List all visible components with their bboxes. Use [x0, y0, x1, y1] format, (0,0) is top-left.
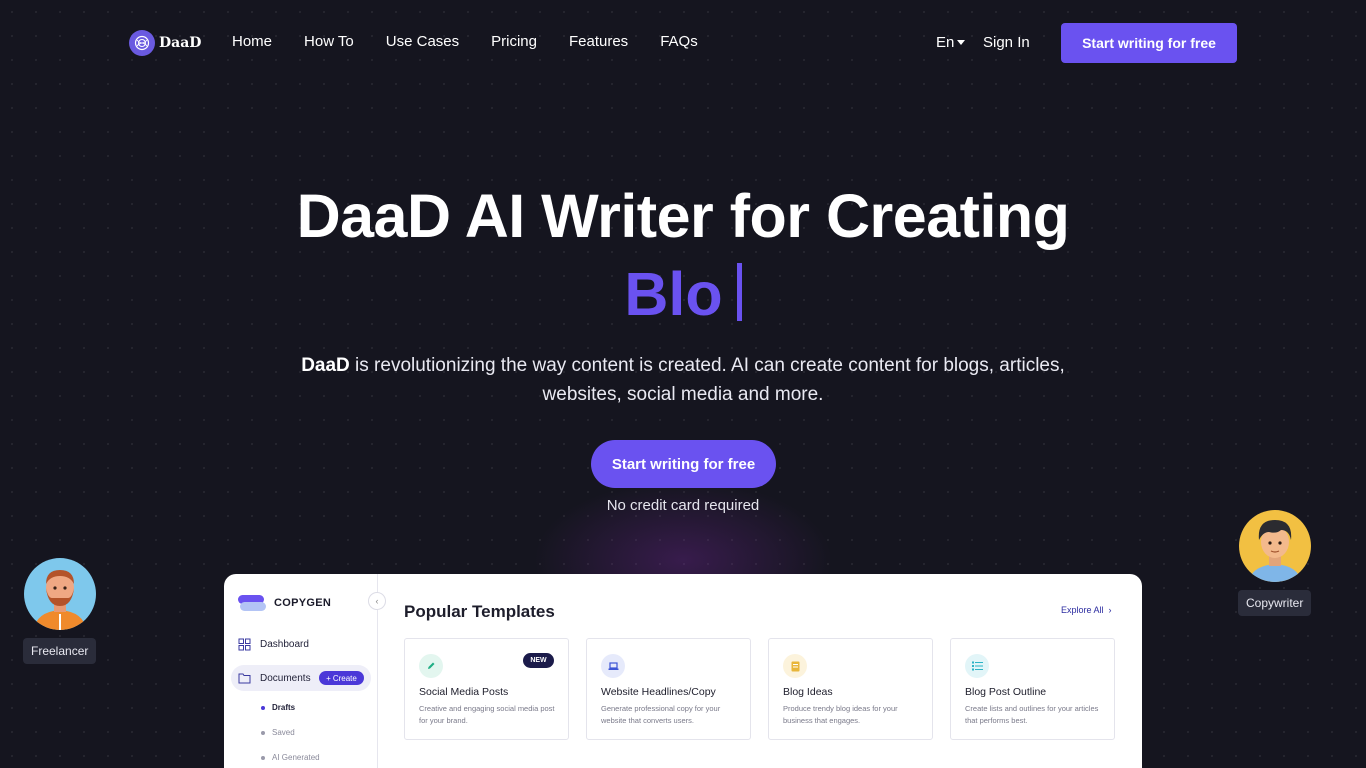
hero-subtitle: DaaD is revolutionizing the way content … — [283, 351, 1083, 409]
nav-link-how-to[interactable]: How To — [304, 33, 354, 50]
top-nav: DaaD Home How To Use Cases Pricing Featu… — [0, 0, 1366, 86]
app-preview: COPYGEN Dashboard Documents + Create Dra… — [224, 574, 1142, 768]
copywriter-avatar — [1238, 510, 1311, 582]
chevron-left-icon: ‹ — [375, 596, 379, 606]
app-sidebar: COPYGEN Dashboard Documents + Create Dra… — [224, 574, 378, 768]
list-icon — [965, 654, 989, 678]
sidebar-documents-label: Documents — [260, 672, 311, 684]
sidebar-subitem-saved[interactable]: Saved — [261, 728, 295, 737]
hero-title: DaaD AI Writer for Creating — [296, 182, 1070, 250]
no-credit-card-note: No credit card required — [606, 497, 760, 514]
chevron-right-icon: › — [1108, 605, 1112, 615]
sign-in-link[interactable]: Sign In — [983, 34, 1030, 51]
copywriter-label: Copywriter — [1238, 590, 1312, 616]
sidebar-item-dashboard[interactable]: Dashboard — [238, 638, 309, 651]
template-card-blog-outline[interactable]: Blog Post Outline Create lists and outli… — [950, 638, 1115, 740]
template-cards: NEW Social Media Posts Creative and enga… — [404, 638, 1115, 740]
dashboard-icon — [238, 638, 251, 651]
popular-templates-title: Popular Templates — [404, 602, 555, 621]
typed-word: Blo — [624, 260, 723, 328]
chevron-down-icon — [957, 40, 966, 45]
sidebar-collapse-button[interactable]: ‹ — [368, 592, 386, 610]
document-icon — [783, 654, 807, 678]
freelancer-label: Freelancer — [23, 638, 97, 664]
template-card-social-media[interactable]: NEW Social Media Posts Creative and enga… — [404, 638, 569, 740]
plus-icon: + — [326, 673, 331, 683]
template-card-website-headlines[interactable]: Website Headlines/Copy Generate professi… — [586, 638, 751, 740]
nav-link-use-cases[interactable]: Use Cases — [386, 33, 459, 50]
logo-icon — [129, 30, 155, 56]
logo[interactable]: DaaD — [129, 30, 201, 56]
nav-link-features[interactable]: Features — [569, 33, 628, 50]
card-description: Create lists and outlines for your artic… — [965, 704, 1099, 725]
hero-subtitle-text-1: is revolutionizing the way content is cr… — [349, 355, 1065, 376]
hero-subtitle-text-2: websites, social media and more. — [542, 384, 824, 405]
create-document-button[interactable]: + Create — [319, 671, 364, 685]
card-description: Creative and engaging social media post … — [419, 704, 555, 725]
freelancer-badge: Freelancer — [23, 558, 97, 664]
copygen-logo-icon — [238, 594, 266, 612]
bullet-icon — [261, 755, 265, 760]
explore-all-label: Explore All — [1061, 605, 1104, 615]
hero-typed-text: Blo — [0, 256, 1366, 332]
nav-link-home[interactable]: Home — [232, 33, 272, 50]
language-label: En — [936, 34, 955, 51]
card-title: Blog Ideas — [783, 686, 833, 698]
bullet-icon — [261, 730, 265, 735]
drafts-label: Drafts — [272, 703, 296, 712]
laptop-icon — [601, 654, 625, 678]
copywriter-badge: Copywriter — [1238, 510, 1312, 616]
logo-text: DaaD — [159, 35, 202, 51]
ai-generated-label: AI Generated — [272, 753, 320, 762]
nav-start-writing-button[interactable]: Start writing for free — [1061, 23, 1237, 63]
new-badge: NEW — [523, 653, 554, 668]
card-title: Blog Post Outline — [965, 686, 1047, 698]
create-label: Create — [332, 673, 357, 683]
template-card-blog-ideas[interactable]: Blog Ideas Produce trendy blog ideas for… — [768, 638, 933, 740]
app-brand-name: COPYGEN — [274, 597, 332, 609]
sidebar-subitem-ai-generated[interactable]: AI Generated — [261, 753, 320, 762]
card-title: Social Media Posts — [419, 686, 509, 698]
hero-subtitle-brand: DaaD — [301, 355, 350, 376]
nav-link-faqs[interactable]: FAQs — [660, 33, 698, 50]
typing-cursor — [736, 263, 742, 321]
language-selector[interactable]: En — [936, 34, 966, 51]
pencil-icon — [419, 654, 443, 678]
sidebar-subitem-drafts[interactable]: Drafts — [261, 703, 295, 712]
folder-icon — [238, 673, 251, 684]
sidebar-dashboard-label: Dashboard — [260, 639, 309, 650]
card-title: Website Headlines/Copy — [601, 686, 716, 698]
freelancer-avatar — [23, 558, 96, 630]
app-brand: COPYGEN — [238, 594, 331, 612]
saved-label: Saved — [272, 728, 295, 737]
nav-link-pricing[interactable]: Pricing — [491, 33, 537, 50]
sidebar-item-documents[interactable]: Documents — [238, 672, 311, 684]
hero-start-writing-button[interactable]: Start writing for free — [591, 440, 776, 488]
nav-links: Home How To Use Cases Pricing Features F… — [232, 33, 698, 50]
explore-all-link[interactable]: Explore All › — [1061, 605, 1112, 615]
bullet-icon — [261, 705, 265, 710]
card-description: Produce trendy blog ideas for your busin… — [783, 704, 898, 725]
card-description: Generate professional copy for your webs… — [601, 704, 721, 725]
